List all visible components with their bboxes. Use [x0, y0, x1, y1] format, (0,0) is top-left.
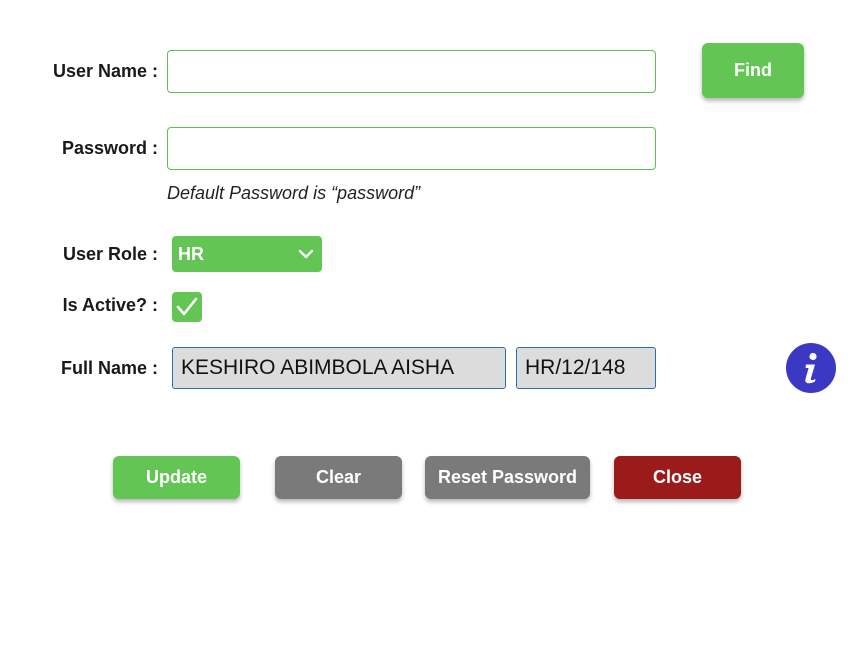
staff-id-field: HR/12/148: [516, 347, 656, 389]
info-icon[interactable]: [786, 343, 836, 393]
user-role-label: User Role :: [62, 244, 158, 264]
full-name-label: Full Name :: [60, 358, 158, 378]
password-hint: Default Password is “password”: [167, 183, 421, 203]
username-input[interactable]: [167, 50, 656, 93]
chevron-down-icon: [298, 249, 314, 259]
checkmark-icon: [176, 297, 198, 316]
find-button[interactable]: Find: [702, 43, 804, 98]
full-name-field: KESHIRO ABIMBOLA AISHA: [172, 347, 506, 389]
reset-password-button[interactable]: Reset Password: [425, 456, 590, 499]
password-input[interactable]: [167, 127, 656, 170]
is-active-checkbox[interactable]: [172, 292, 202, 322]
user-role-value: HR: [178, 243, 204, 264]
password-label: Password :: [61, 138, 158, 158]
close-button[interactable]: Close: [614, 456, 741, 499]
update-button[interactable]: Update: [113, 456, 240, 499]
user-role-select[interactable]: HR: [172, 236, 322, 272]
username-label: User Name :: [52, 61, 158, 81]
clear-button[interactable]: Clear: [275, 456, 402, 499]
is-active-label: Is Active? :: [62, 295, 158, 315]
